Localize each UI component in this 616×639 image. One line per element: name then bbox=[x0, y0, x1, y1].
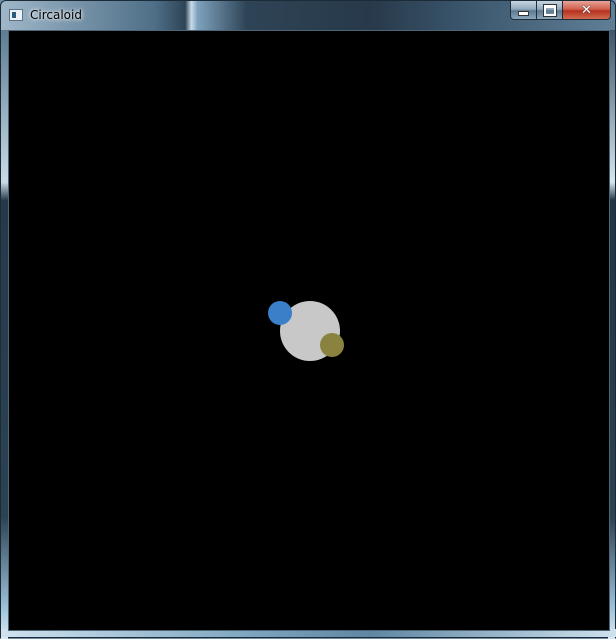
window-frame-left bbox=[1, 30, 8, 639]
maximize-button[interactable] bbox=[537, 1, 563, 20]
app-window-icon[interactable] bbox=[9, 9, 23, 21]
minimize-button[interactable] bbox=[510, 1, 537, 20]
close-icon: ✕ bbox=[581, 2, 592, 18]
minimize-icon bbox=[518, 10, 529, 16]
title-bar[interactable]: Circaloid ✕ bbox=[1, 1, 616, 30]
app-window: Circaloid ✕ bbox=[0, 0, 616, 639]
blue-player-circle bbox=[268, 301, 292, 325]
olive-player-circle bbox=[320, 333, 344, 357]
caption-buttons: ✕ bbox=[510, 1, 611, 20]
close-button[interactable]: ✕ bbox=[563, 1, 611, 20]
window-title: Circaloid bbox=[30, 8, 82, 22]
maximize-icon bbox=[542, 3, 557, 17]
game-canvas[interactable] bbox=[8, 30, 610, 631]
